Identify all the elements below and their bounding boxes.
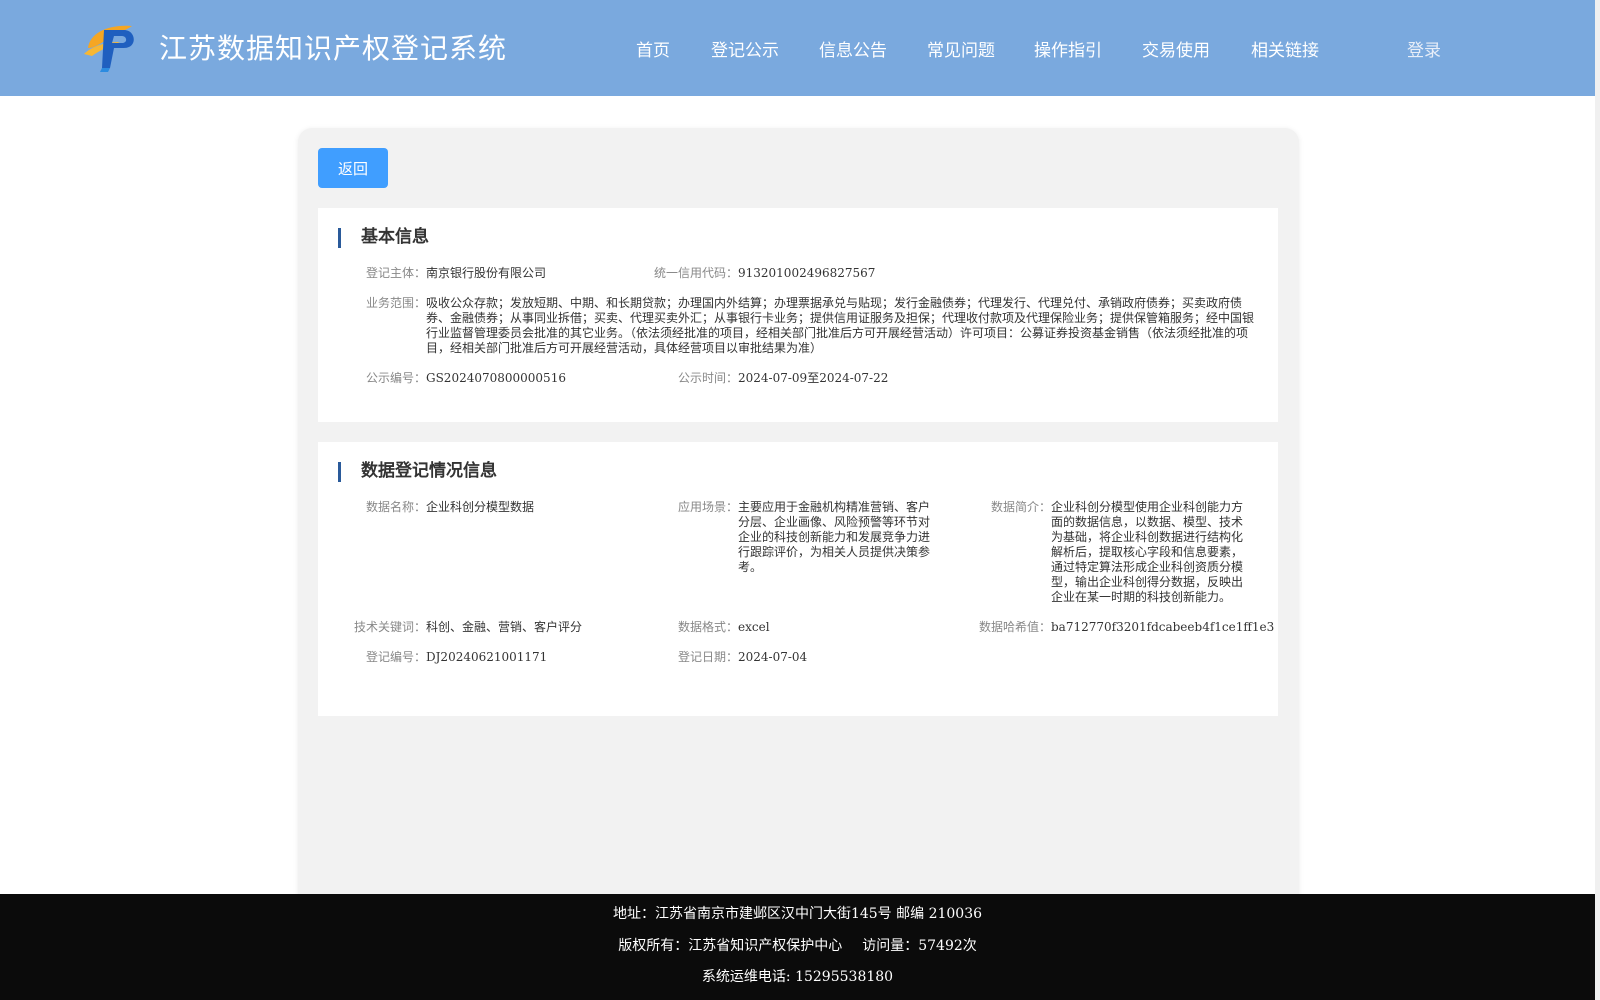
- reg-date-label: 登记日期：: [677, 650, 738, 664]
- scrollbar[interactable]: [1595, 0, 1600, 1000]
- hash-value: ba712770f3201fdcabeeb4f1ce1ff1e3: [1051, 620, 1275, 634]
- nav-guide[interactable]: 操作指引: [1034, 36, 1102, 61]
- keywords-value: 科创、金融、营销、客户评分: [426, 620, 583, 634]
- nav-trading[interactable]: 交易使用: [1142, 36, 1210, 61]
- credit-code-value: 913201002496827567: [738, 266, 876, 280]
- nav-faq[interactable]: 常见问题: [927, 36, 995, 61]
- intro-label: 数据简介：: [990, 500, 1051, 514]
- logo-icon[interactable]: [80, 18, 140, 72]
- data-registration-card: 数据登记情况信息 数据名称： 企业科创分模型数据 应用场景： 主要应用于金融机构…: [318, 442, 1278, 716]
- basic-info-title: 基本信息: [338, 228, 429, 248]
- nav-registration-public[interactable]: 登记公示: [711, 36, 779, 61]
- footer-phone: 系统运维电话: 15295538180: [701, 969, 894, 985]
- page-footer: 地址：江苏省南京市建邺区汉中门大街145号 邮编 210036 版权所有：江苏省…: [0, 894, 1595, 1000]
- basic-info-card: 基本信息 登记主体： 南京银行股份有限公司 统一信用代码： 9132010024…: [318, 208, 1278, 422]
- publication-field: 公示编号： GS2024070800000516 公示时间： 2024-07-0…: [318, 371, 1278, 387]
- site-title: 江苏数据知识产权登记系统: [159, 32, 508, 65]
- login-link[interactable]: 登录: [1407, 36, 1441, 61]
- nav-announcements[interactable]: 信息公告: [819, 36, 887, 61]
- entity-value: 南京银行股份有限公司: [426, 266, 547, 280]
- entity-field: 登记主体： 南京银行股份有限公司 统一信用代码： 913201002496827…: [318, 266, 1278, 282]
- footer-copyright-line: 版权所有：江苏省知识产权保护中心 访问量：57492次: [0, 935, 1595, 955]
- reg-no-value: DJ20240621001171: [426, 650, 548, 664]
- pub-no-value: GS2024070800000516: [426, 371, 566, 385]
- scene-label: 应用场景：: [677, 500, 738, 514]
- nav-links[interactable]: 相关链接: [1251, 36, 1319, 61]
- data-row-3: 登记编号： DJ20240621001171 登记日期： 2024-07-04: [318, 650, 1278, 666]
- pub-no-label: 公示编号：: [365, 371, 426, 385]
- nav-home[interactable]: 首页: [636, 36, 670, 61]
- credit-code-label: 统一信用代码：: [653, 266, 738, 280]
- scene-value: 主要应用于金融机构精准营销、客户分层、企业画像、风险预警等环节对企业的科技创新能…: [738, 500, 931, 574]
- footer-visits: 访问量：57492次: [862, 938, 977, 954]
- pub-time-value: 2024-07-09至2024-07-22: [738, 371, 889, 385]
- scope-label: 业务范围：: [365, 296, 426, 310]
- data-row-2: 技术关键词： 科创、金融、营销、客户评分 数据格式： excel 数据哈希值： …: [318, 620, 1278, 636]
- format-label: 数据格式：: [677, 620, 738, 634]
- hash-label: 数据哈希值：: [978, 620, 1051, 634]
- footer-copyright: 版权所有：江苏省知识产权保护中心: [618, 938, 843, 954]
- reg-date-value: 2024-07-04: [738, 650, 808, 664]
- reg-no-label: 登记编号：: [365, 650, 426, 664]
- pub-time-label: 公示时间：: [677, 371, 738, 385]
- detail-panel: 返回 基本信息 登记主体： 南京银行股份有限公司 统一信用代码： 9132010…: [298, 128, 1299, 908]
- intro-value: 企业科创分模型使用企业科创能力方面的数据信息，以数据、模型、技术为基础，将企业科…: [1051, 500, 1244, 604]
- format-value: excel: [738, 620, 770, 634]
- data-row-1: 数据名称： 企业科创分模型数据 应用场景： 主要应用于金融机构精准营销、客户分层…: [318, 500, 1278, 610]
- top-header: 江苏数据知识产权登记系统 首页 登记公示 信息公告 常见问题 操作指引 交易使用…: [0, 0, 1595, 96]
- entity-label: 登记主体：: [365, 266, 426, 280]
- data-name-label: 数据名称：: [365, 500, 426, 514]
- data-name-value: 企业科创分模型数据: [426, 500, 535, 514]
- back-button[interactable]: 返回: [318, 148, 388, 188]
- data-info-title: 数据登记情况信息: [338, 462, 497, 482]
- scope-value: 吸收公众存款；发放短期、中期、和长期贷款；办理国内外结算；办理票据承兑与贴现；发…: [426, 296, 1255, 355]
- scope-field: 业务范围： 吸收公众存款；发放短期、中期、和长期贷款；办理国内外结算；办理票据承…: [318, 296, 1278, 358]
- keywords-label: 技术关键词：: [353, 620, 426, 634]
- footer-address: 地址：江苏省南京市建邺区汉中门大街145号 邮编 210036: [612, 906, 983, 922]
